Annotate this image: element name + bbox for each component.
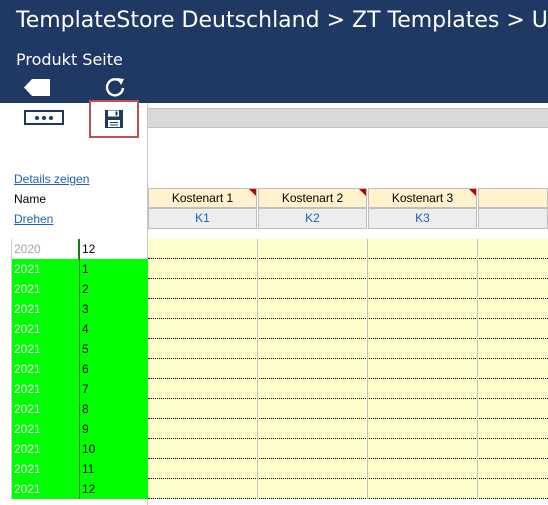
comment-marker-icon xyxy=(359,189,366,196)
column-header-empty xyxy=(478,188,548,208)
row-year: 2021 xyxy=(12,459,79,479)
refresh-icon[interactable] xyxy=(104,76,126,98)
row-month: 7 xyxy=(80,379,148,399)
grid-row[interactable] xyxy=(148,279,548,299)
grid-row[interactable] xyxy=(148,479,548,499)
comment-marker-icon xyxy=(249,189,256,196)
grid-row[interactable] xyxy=(148,339,548,359)
column-code-3[interactable]: K3 xyxy=(368,208,477,229)
row-year: 2021 xyxy=(12,339,79,359)
row-year: 2021 xyxy=(12,319,79,339)
grid-row[interactable] xyxy=(148,359,548,379)
comment-marker-icon xyxy=(469,189,476,196)
row-month: 10 xyxy=(80,439,148,459)
grid-column-line xyxy=(477,239,478,499)
row-month: 9 xyxy=(80,419,148,439)
grid-row[interactable] xyxy=(148,439,548,459)
row-month: 4 xyxy=(80,319,148,339)
grid-row[interactable] xyxy=(148,459,548,479)
grid-row[interactable] xyxy=(148,239,548,259)
column-code-1[interactable]: K1 xyxy=(148,208,257,229)
row-year: 2021 xyxy=(12,299,79,319)
row-year: 2021 xyxy=(12,379,79,399)
row-month: 8 xyxy=(80,399,148,419)
breadcrumb-title: TemplateStore Deutschland > ZT Templates… xyxy=(16,8,548,33)
row-year: 2021 xyxy=(12,399,79,419)
floppy-save-icon xyxy=(105,110,123,128)
row-month: 1 xyxy=(80,259,148,279)
grid-row[interactable] xyxy=(148,259,548,279)
page-subtitle: Produkt Seite xyxy=(16,50,123,69)
row-year: 2021 xyxy=(12,359,79,379)
column-header-3[interactable]: Kostenart 3 xyxy=(368,188,477,208)
row-month: 3 xyxy=(80,299,148,319)
column-header-label: Kostenart 2 xyxy=(281,191,344,205)
row-year: 2020 xyxy=(14,242,41,256)
row-year: 2021 xyxy=(12,279,79,299)
row-month: 5 xyxy=(80,339,148,359)
rotate-link[interactable]: Drehen xyxy=(14,212,53,226)
row-month: 6 xyxy=(80,359,148,379)
grid-column-line xyxy=(257,239,258,499)
grid-row[interactable] xyxy=(148,379,548,399)
column-header-2[interactable]: Kostenart 2 xyxy=(258,188,367,208)
column-header-1[interactable]: Kostenart 1 xyxy=(148,188,257,208)
more-options-button[interactable] xyxy=(24,110,64,125)
app-header: TemplateStore Deutschland > ZT Templates… xyxy=(0,0,548,103)
save-button[interactable] xyxy=(89,100,139,138)
grid-row[interactable] xyxy=(148,419,548,439)
grid-row[interactable] xyxy=(148,299,548,319)
row-year: 2021 xyxy=(12,439,79,459)
name-label: Name xyxy=(14,192,47,206)
row-month: 2 xyxy=(80,279,148,299)
column-code-2[interactable]: K2 xyxy=(258,208,367,229)
grid-row[interactable] xyxy=(148,319,548,339)
grid-row[interactable] xyxy=(148,399,548,419)
more-dots-icon xyxy=(35,115,39,120)
row-year: 2021 xyxy=(12,259,79,279)
row-year: 2021 xyxy=(12,479,79,499)
details-link[interactable]: Details zeigen xyxy=(14,172,89,186)
row-month: 11 xyxy=(80,459,148,479)
column-header-label: Kostenart 1 xyxy=(171,191,234,205)
back-arrow-icon[interactable] xyxy=(24,79,50,96)
column-header-label: Kostenart 3 xyxy=(391,191,454,205)
data-grid[interactable] xyxy=(148,239,548,499)
row-year: 2021 xyxy=(12,419,79,439)
column-code-empty xyxy=(478,208,548,229)
row-month: 12 xyxy=(82,242,96,256)
row-month: 12 xyxy=(80,479,148,499)
grid-column-line xyxy=(367,239,368,499)
toolbar-strip xyxy=(148,108,548,128)
